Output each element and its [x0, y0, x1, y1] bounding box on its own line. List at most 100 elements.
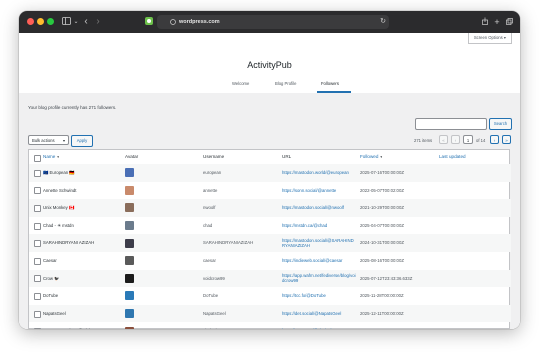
bulk-actions-select[interactable]: Bulk actions ▾: [28, 135, 69, 145]
forward-icon[interactable]: ›: [94, 15, 102, 29]
avatar: [125, 326, 134, 329]
followed-date: 2022-05-07T00:02:00Z: [360, 187, 404, 193]
avatar: [125, 309, 134, 319]
table-row: Chad - ☀ mstdn chad https://mstdn.ca/@chad…: [29, 217, 511, 235]
browser-window: ⌄ ‹ › wordpress.com ↻ + Screen Options ▾…: [19, 11, 520, 329]
followed-date: 2025-07-12T23:43:36.633Z: [360, 275, 413, 281]
avatar: [125, 168, 134, 178]
first-page-button[interactable]: «: [439, 135, 448, 144]
table-row: Annette Schwindt annette https://sonn.soci…: [29, 182, 511, 200]
follower-username: chad: [203, 222, 213, 228]
follower-name: SARAHINDRYANI AZIZAH: [43, 240, 95, 246]
follower-url-link[interactable]: https://sonn.social/@annette: [282, 188, 356, 194]
prev-page-button[interactable]: ‹: [451, 135, 460, 144]
follower-name: Caesar: [43, 258, 57, 263]
back-icon[interactable]: ‹: [82, 15, 90, 29]
chevron-down-icon[interactable]: ⌄: [73, 15, 79, 29]
row-checkbox[interactable]: [34, 240, 41, 248]
follower-username: DoTube: [203, 293, 219, 299]
follower-name: Crow 🐦‍⬛: [43, 275, 60, 281]
chevron-down-icon: ▾: [62, 138, 65, 143]
table-row: Crow 🐦‍⬛ voidcrow99 https://app.wafrn.net/…: [29, 269, 511, 288]
page-total: of 14: [476, 138, 486, 143]
follower-name: Annette Schwindt: [43, 187, 77, 193]
screen-options-button[interactable]: Screen Options ▾: [467, 33, 512, 44]
minimize-window-button[interactable]: [37, 18, 44, 25]
follower-url-link[interactable]: https://mastodon.world/@european: [282, 170, 356, 176]
row-checkbox[interactable]: [34, 222, 41, 230]
current-page-input[interactable]: 1: [463, 135, 473, 144]
sort-icon: ▾: [57, 155, 60, 159]
table-row: Unix Monkey 🇨🇦 nwoolf https://mastodon.soc…: [29, 199, 511, 217]
follower-url-link[interactable]: https://mstdn.ca/@chad: [282, 223, 356, 229]
follower-name: DoTube: [43, 293, 59, 299]
next-page-button[interactable]: ›: [490, 135, 499, 144]
row-checkbox[interactable]: [34, 204, 41, 212]
reload-icon[interactable]: ↻: [379, 15, 387, 29]
row-checkbox[interactable]: [34, 310, 41, 318]
site-info-icon[interactable]: [169, 15, 177, 29]
followed-date: 2025-08-16T00:00:00Z: [360, 258, 404, 263]
avatar: [125, 256, 134, 266]
sidebar-toggle-icon[interactable]: [59, 15, 73, 29]
follower-username: european: [203, 170, 222, 175]
apply-button[interactable]: Apply: [71, 135, 93, 147]
wp-admin-top-area: [19, 33, 520, 47]
extension-icon[interactable]: [144, 15, 154, 29]
avatar: [125, 238, 134, 248]
table-row: NapatsGeel NapatsGeel https://det.social/@…: [29, 304, 511, 323]
column-header-name-label: Name: [43, 154, 56, 159]
followed-date: 2025-01-15T00:00:00Z: [360, 328, 438, 329]
avatar: [125, 203, 134, 213]
follower-username: SARAHINDRYANIAZIZAH: [203, 240, 254, 246]
items-count: 271 items: [414, 138, 433, 143]
column-header-username: Username: [203, 154, 225, 159]
follower-name: Unix Monkey 🇨🇦: [43, 205, 75, 211]
select-all-checkbox[interactable]: [34, 154, 41, 162]
table-row: Caesar caesar https://indieweb.social/@cae…: [29, 252, 511, 270]
share-icon[interactable]: [481, 15, 489, 29]
tab-welcome[interactable]: Welcome: [232, 81, 249, 86]
tab-followers[interactable]: Followers: [321, 81, 339, 86]
column-header-last-updated[interactable]: Last updated: [439, 150, 466, 164]
follower-url-link[interactable]: https://indieweb.social/@caesar: [282, 258, 356, 264]
follower-url-link[interactable]: https://mastodon.social/@SARAHINDRYANIAZ…: [282, 238, 356, 249]
tab-overview-icon[interactable]: [505, 15, 513, 29]
followed-date: 2021-10-29T00:00:00Z: [360, 205, 404, 211]
row-checkbox[interactable]: [34, 292, 41, 300]
row-checkbox[interactable]: [34, 328, 41, 329]
row-checkbox[interactable]: [34, 257, 41, 265]
main-content: Your blog profile currently has 271 foll…: [19, 93, 520, 329]
page-title: ActivityPub: [247, 60, 292, 70]
page-header: ActivityPub Welcome Blog Profile Followe…: [19, 47, 520, 94]
close-window-button[interactable]: [27, 18, 34, 25]
maximize-window-button[interactable]: [47, 18, 54, 25]
followers-summary: Your blog profile currently has 271 foll…: [28, 105, 117, 110]
tab-blog-profile[interactable]: Blog Profile: [275, 81, 296, 86]
search-button[interactable]: Search: [489, 118, 512, 130]
search-input[interactable]: [415, 118, 487, 130]
follower-username: nwoolf: [203, 205, 216, 211]
followed-date: 2025-07-16T00:00:00Z: [360, 170, 404, 175]
row-checkbox[interactable]: [34, 275, 41, 283]
follower-name: Mr. Framework verified_bc: [43, 328, 121, 329]
followed-date: 2025-12-11T00:00:00Z: [360, 310, 404, 316]
sort-icon: ▾: [380, 155, 383, 159]
new-tab-icon[interactable]: +: [493, 15, 501, 29]
follower-url-link[interactable]: https://tcc.fo/@DoTube: [282, 293, 356, 299]
follower-url-link[interactable]: https://det.social/@NapatsGeel: [282, 311, 356, 317]
table-header: Name ▾ Avatar Username URL Followed ▾ Last…: [29, 150, 511, 165]
row-checkbox[interactable]: [34, 187, 41, 195]
table-row: Mr. Framework verified_bc ekalankahttps:/…: [29, 322, 511, 329]
column-header-followed[interactable]: Followed ▾: [360, 150, 382, 164]
followed-date: 2025-04-07T00:00:00Z: [360, 222, 404, 228]
follower-url-link[interactable]: https://masto.es/@ekalanka: [282, 328, 356, 329]
follower-name: 🇪🇺 European 🇩🇪: [43, 170, 75, 175]
row-checkbox[interactable]: [34, 169, 41, 177]
follower-name: Chad - ☀ mstdn: [43, 222, 74, 228]
column-header-name[interactable]: Name ▾: [43, 150, 59, 164]
follower-url-link[interactable]: https://mastodon.social/@nwoolf: [282, 205, 356, 211]
avatar: [125, 291, 134, 301]
follower-url-link[interactable]: https://app.wafrn.net/fediverse/blog/voi…: [282, 273, 356, 284]
last-page-button[interactable]: »: [502, 135, 511, 144]
